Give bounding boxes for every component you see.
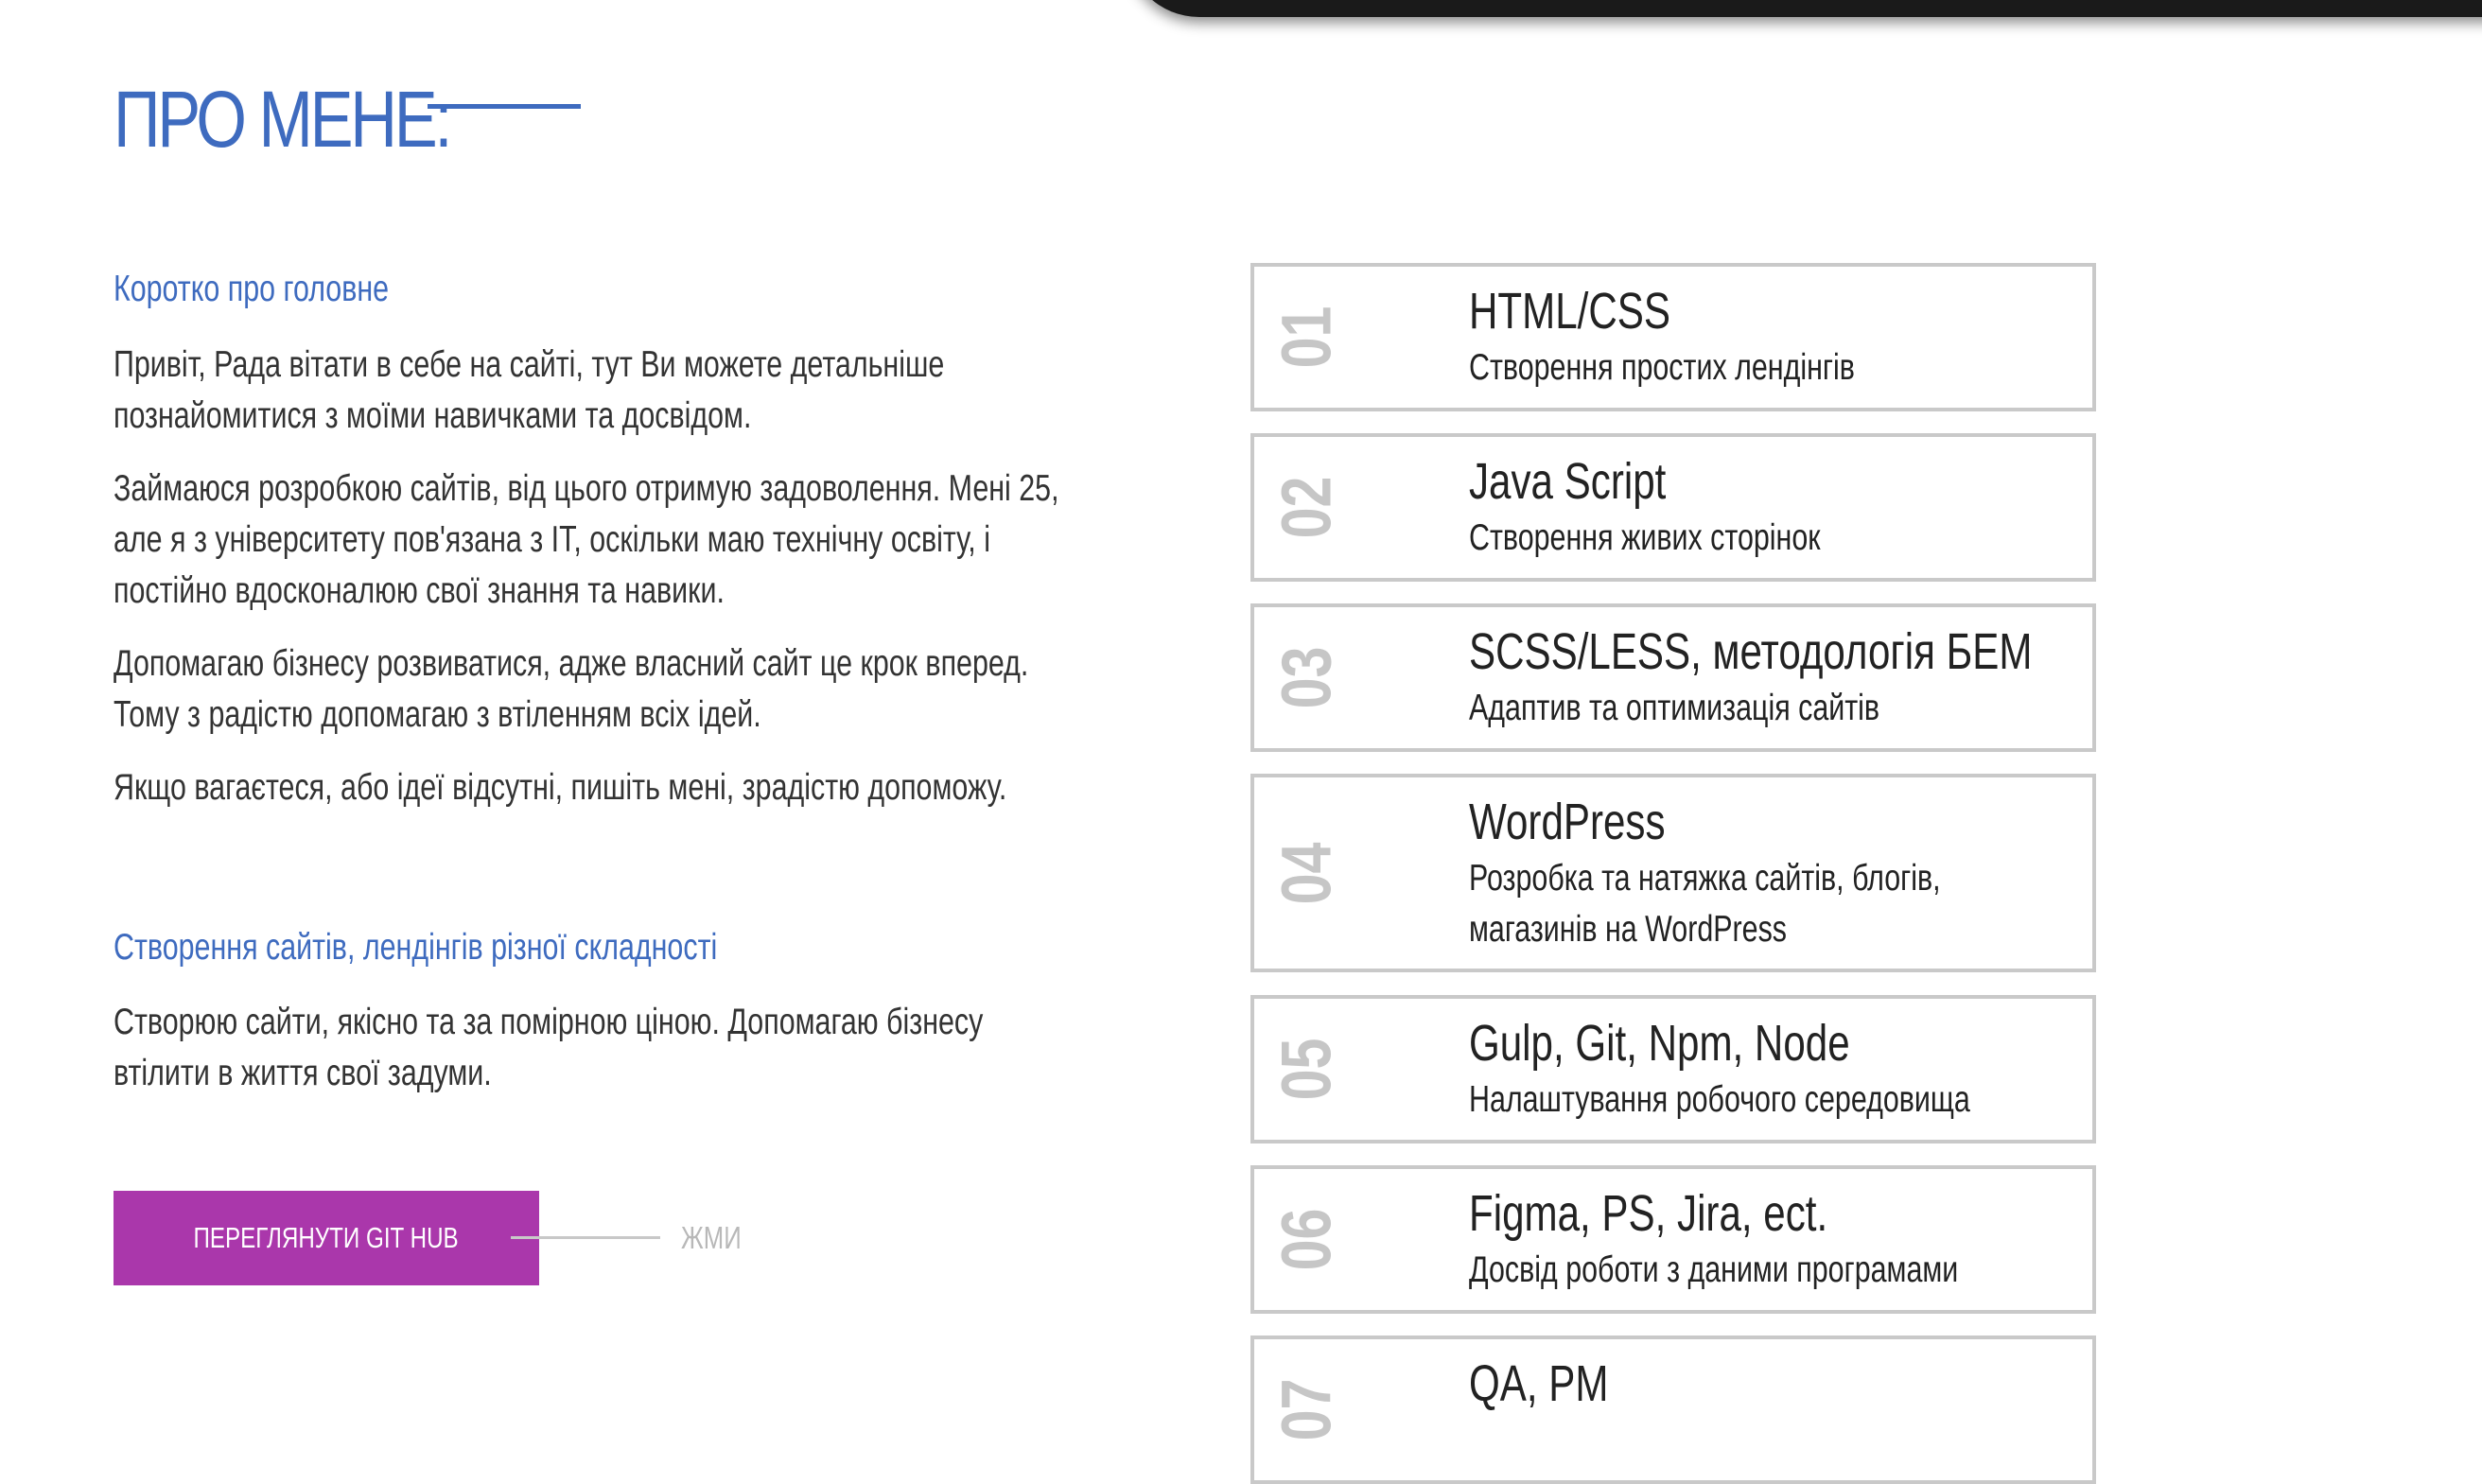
skill-number: 04 bbox=[1267, 842, 1346, 904]
skill-card: 05 Gulp, Git, Npm, Node Налаштування роб… bbox=[1250, 995, 2096, 1144]
about-paragraph-3: Допомагаю бізнесу розвиватися, адже влас… bbox=[114, 643, 1029, 735]
skill-number: 06 bbox=[1267, 1208, 1346, 1271]
skill-name: HTML/CSS bbox=[1469, 283, 1670, 340]
skill-description: Створення живих сторінок bbox=[1469, 517, 1821, 558]
skill-name: Gulp, Git, Npm, Node bbox=[1469, 1015, 1850, 1072]
skill-name: Figma, PS, Jira, ect. bbox=[1469, 1185, 1828, 1242]
skill-card: 03 SCSS/LESS, методологія БЕМ Адаптив та… bbox=[1250, 603, 2096, 752]
skill-card: 07 QA, PM bbox=[1250, 1336, 2096, 1484]
skill-description: Налаштування робочого середовища bbox=[1469, 1079, 1970, 1120]
skill-number: 07 bbox=[1267, 1378, 1346, 1441]
hint-label: ЖМИ bbox=[681, 1220, 742, 1255]
skill-description: Адаптив та оптимизація сайтів bbox=[1469, 688, 1880, 728]
view-github-button[interactable]: ПЕРЕГЛЯНУТИ GIT HUB bbox=[114, 1191, 539, 1285]
about-subheading: Коротко про головне bbox=[114, 269, 390, 309]
skill-number: 02 bbox=[1267, 476, 1346, 539]
skill-name: WordPress bbox=[1469, 794, 1666, 850]
skill-description: Розробка та натяжка сайтів, блогів, мага… bbox=[1469, 858, 1941, 950]
services-subheading: Створення сайтів, лендінгів різної склад… bbox=[114, 927, 718, 968]
skill-name: Java Script bbox=[1469, 453, 1667, 510]
view-github-button-label: ПЕРЕГЛЯНУТИ GIT HUB bbox=[193, 1221, 460, 1254]
skill-number: 01 bbox=[1267, 306, 1346, 369]
skill-description: Досвід роботи з даними програмами bbox=[1469, 1249, 1959, 1290]
skill-card: 01 HTML/CSS Створення простих лендінгів bbox=[1250, 263, 2096, 411]
services-paragraph: Створюю сайти, якісно та за помірною цін… bbox=[114, 1002, 984, 1093]
about-paragraph-2: Займаюся розробкою сайтів, від цього отр… bbox=[114, 468, 1059, 611]
skill-name: QA, PM bbox=[1469, 1355, 1609, 1412]
skill-card: 02 Java Script Створення живих сторінок bbox=[1250, 433, 2096, 582]
about-paragraph-4: Якщо вагаєтеся, або ідеї відсутні, пишіт… bbox=[114, 767, 1007, 808]
skill-number: 03 bbox=[1267, 646, 1346, 709]
skill-name: SCSS/LESS, методологія БЕМ bbox=[1469, 623, 2033, 680]
skill-card: 06 Figma, PS, Jira, ect. Досвід роботи з… bbox=[1250, 1165, 2096, 1314]
section-title: ПРО МЕНЕ: bbox=[114, 75, 453, 164]
skill-card: 04 WordPress Розробка та натяжка сайтів,… bbox=[1250, 774, 2096, 972]
hint-connector-line bbox=[511, 1236, 660, 1239]
title-underline bbox=[428, 104, 581, 109]
about-paragraph-1: Привіт, Рада вітати в себе на сайті, тут… bbox=[114, 344, 945, 436]
skill-number: 05 bbox=[1267, 1038, 1346, 1101]
skill-description: Створення простих лендінгів bbox=[1469, 347, 1855, 388]
decorative-device-edge bbox=[1126, 0, 2482, 17]
